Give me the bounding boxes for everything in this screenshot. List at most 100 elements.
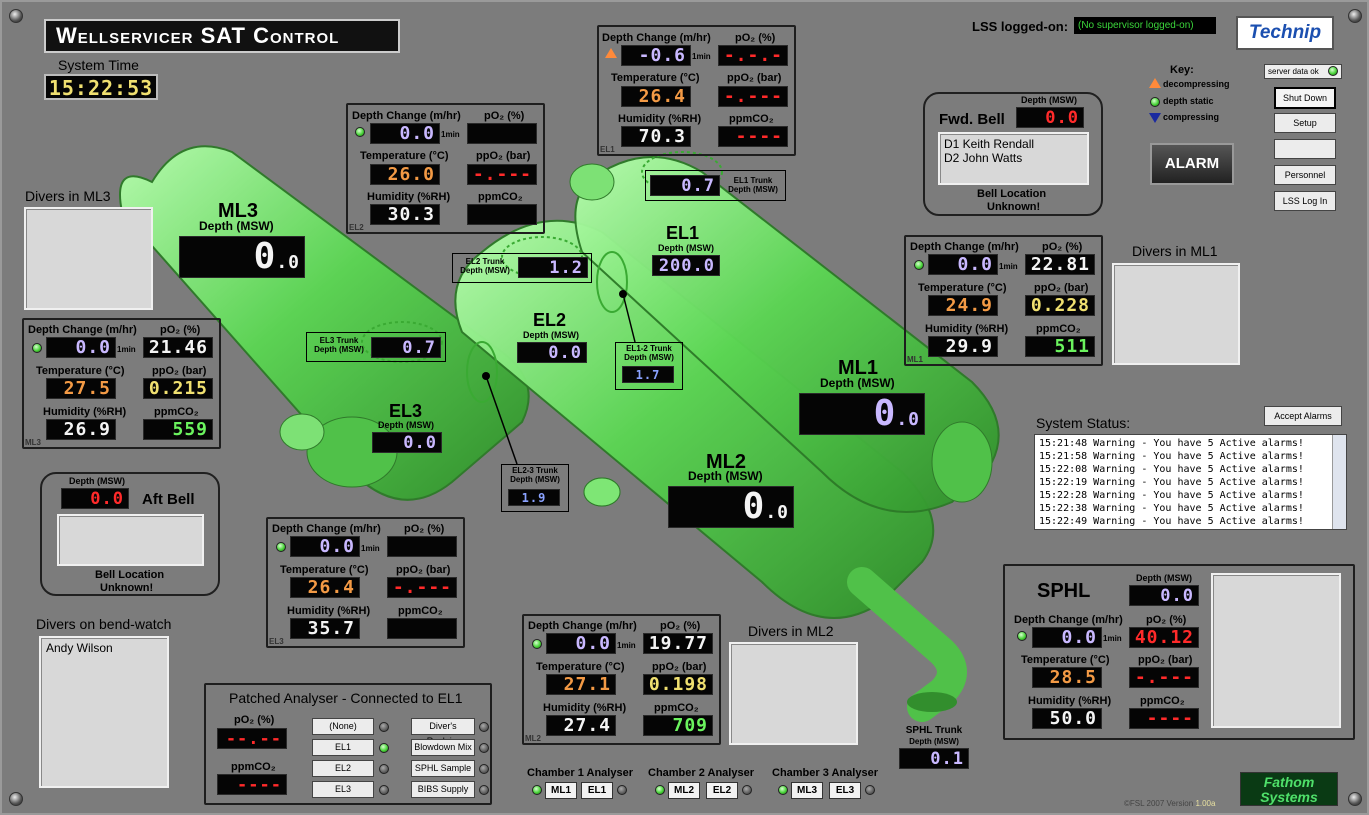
chamber3-el-button[interactable]: EL3 — [829, 782, 861, 799]
ml2-humidity-label: Humidity (%RH) — [543, 702, 627, 714]
el1-tag: EL1 — [600, 145, 615, 154]
chamber2-el-button[interactable]: EL2 — [706, 782, 738, 799]
ml2-tag: ML2 — [525, 734, 541, 743]
sphl-depth: 0.0 — [1129, 585, 1199, 606]
el1-depth-change: -0.6 — [621, 45, 691, 66]
ml3-po2-label: pO₂ (%) — [160, 324, 201, 336]
ml1-humidity: 29.9 — [928, 336, 998, 357]
sphl-ppo2-label: ppO₂ (bar) — [1138, 654, 1193, 666]
status-scrollbar[interactable] — [1332, 435, 1346, 529]
el1-depth: 200.0 — [652, 255, 720, 276]
analyser-opt-el3[interactable]: EL3 — [312, 781, 374, 798]
el12-trunk-sub: Depth (MSW) — [624, 352, 674, 362]
el1-humidity: 70.3 — [621, 126, 691, 147]
el3-rate-label: 1min — [361, 544, 380, 553]
ml2-temp: 27.1 — [546, 674, 616, 695]
chamber1-el-indicator — [617, 785, 627, 795]
el3-ppmco2 — [387, 618, 457, 639]
el2-depth: 0.0 — [517, 342, 587, 363]
copyright: ©FSL 2007 Version 1.00a — [1124, 799, 1215, 808]
copyright-text: ©FSL 2007 Version — [1124, 799, 1194, 808]
el3-trunk-sub: Depth (MSW) — [314, 344, 364, 354]
sphl-divers-list[interactable] — [1211, 573, 1341, 728]
ml2-depth: 0.0 — [668, 486, 794, 528]
shutdown-button[interactable]: Shut Down — [1274, 87, 1336, 109]
ml3-tag: ML3 — [25, 438, 41, 447]
el1-po2: -.-.- — [718, 45, 788, 66]
status-line: 15:22:08 Warning - You have 5 Active ala… — [1039, 464, 1304, 475]
el3-depth-label: Depth (MSW) — [378, 420, 434, 430]
el1-temp: 26.4 — [621, 86, 691, 107]
analyser-opt-el2[interactable]: EL2 — [312, 760, 374, 777]
el23-trunk-sub: Depth (MSW) — [510, 474, 560, 484]
analyser-opt-el1[interactable]: EL1 — [312, 739, 374, 756]
analyser-opt-bibs[interactable]: BIBS Supply — [411, 781, 475, 798]
key-decompressing: decompressing — [1163, 79, 1230, 89]
el1-trunk-name: EL1 Trunk — [733, 176, 773, 185]
ml3-ppmco2: 559 — [143, 419, 213, 440]
personnel-button[interactable]: Personnel — [1274, 165, 1336, 185]
ml2-rate-label: 1min — [617, 641, 636, 650]
ml1-rate-label: 1min — [999, 262, 1018, 271]
el2-depth-label: Depth (MSW) — [523, 330, 579, 340]
key-compressing: compressing — [1163, 112, 1220, 122]
technip-logo: Technip — [1236, 16, 1334, 50]
fwd-bell-divers[interactable]: D1 Keith Rendall D2 John Watts — [938, 132, 1089, 185]
analyser-opt-blowdown[interactable]: Blowdown Mix — [411, 739, 475, 756]
el3-depth-change: 0.0 — [290, 536, 360, 557]
fathom-brand-1: Fathom — [1263, 774, 1315, 790]
el2-name: EL2 — [533, 310, 567, 330]
bendwatch-list[interactable]: Andy Wilson — [39, 636, 169, 788]
sphl-humidity-label: Humidity (%RH) — [1028, 695, 1112, 707]
el2-trunk-label: EL2 Trunk Depth (MSW) — [454, 257, 516, 276]
analyser-opt-reclaim[interactable]: Diver's Reclaim — [411, 718, 475, 746]
chamber1-ml-button[interactable]: ML1 — [545, 782, 577, 799]
chamber1-el-button[interactable]: EL1 — [581, 782, 613, 799]
fwd-bell-diver-2[interactable]: D2 John Watts — [944, 151, 1083, 165]
el1-humidity-label: Humidity (%RH) — [618, 113, 702, 125]
ml3-temp: 27.5 — [46, 378, 116, 399]
fwd-bell-depth: 0.0 — [1016, 107, 1084, 128]
el2-ppmco2 — [467, 204, 537, 225]
analyser-opt-blowdown-indicator — [479, 743, 489, 753]
ml2-po2: 19.77 — [643, 633, 713, 654]
sphl-depth-change-label: Depth Change (m/hr) — [1014, 614, 1123, 626]
divers-ml3-list[interactable] — [24, 207, 153, 310]
divers-ml1-list[interactable] — [1112, 263, 1240, 365]
el1-decompressing-icon — [605, 48, 617, 58]
analyser-opt-sphl[interactable]: SPHL Sample — [411, 760, 475, 777]
aft-bell-divers[interactable] — [57, 514, 204, 566]
chamber2-ml-button[interactable]: ML2 — [668, 782, 700, 799]
el3-temp-label: Temperature (°C) — [280, 564, 369, 576]
aft-bell-depth: 0.0 — [61, 488, 129, 509]
sphl-po2-label: pO₂ (%) — [1146, 614, 1187, 626]
el1-ppo2-label: ppO₂ (bar) — [727, 72, 782, 84]
el1-trunk-value: 0.7 — [650, 175, 720, 196]
ml3-humidity: 26.9 — [46, 419, 116, 440]
analyser-opt-none[interactable]: (None) — [312, 718, 374, 735]
sphl-static-icon — [1017, 631, 1027, 641]
system-status-log[interactable]: 15:21:48 Warning - You have 5 Active ala… — [1034, 434, 1347, 530]
ml3-depth-label: Depth (MSW) — [199, 219, 274, 233]
alarm-button[interactable]: ALARM — [1150, 143, 1234, 185]
key-static: depth static — [1163, 96, 1214, 106]
chamber3-ml-button[interactable]: ML3 — [791, 782, 823, 799]
compressing-icon — [1149, 113, 1161, 123]
setup-button[interactable]: Setup — [1274, 113, 1336, 133]
bendwatch-diver[interactable]: Andy Wilson — [46, 641, 162, 655]
el1-depth-label: Depth (MSW) — [658, 243, 714, 253]
el3-depth-change-label: Depth Change (m/hr) — [272, 523, 381, 535]
sphl-ppmco2: ---- — [1129, 708, 1199, 729]
analyser-opt-el1-indicator — [379, 743, 389, 753]
divers-ml2-list[interactable] — [729, 642, 858, 745]
server-status-text: server data ok — [1268, 67, 1319, 76]
ml1-po2-label: pO₂ (%) — [1042, 241, 1083, 253]
ml1-depth-change-label: Depth Change (m/hr) — [910, 241, 1019, 253]
el3-temp: 26.4 — [290, 577, 360, 598]
blank-button[interactable] — [1274, 139, 1336, 159]
accept-alarms-button[interactable]: Accept Alarms — [1264, 406, 1342, 426]
lss-login-button[interactable]: LSS Log In — [1274, 191, 1336, 211]
key-title: Key: — [1170, 64, 1194, 76]
fwd-bell-diver-1[interactable]: D1 Keith Rendall — [944, 137, 1083, 151]
aft-bell-depth-label: Depth (MSW) — [69, 476, 125, 486]
